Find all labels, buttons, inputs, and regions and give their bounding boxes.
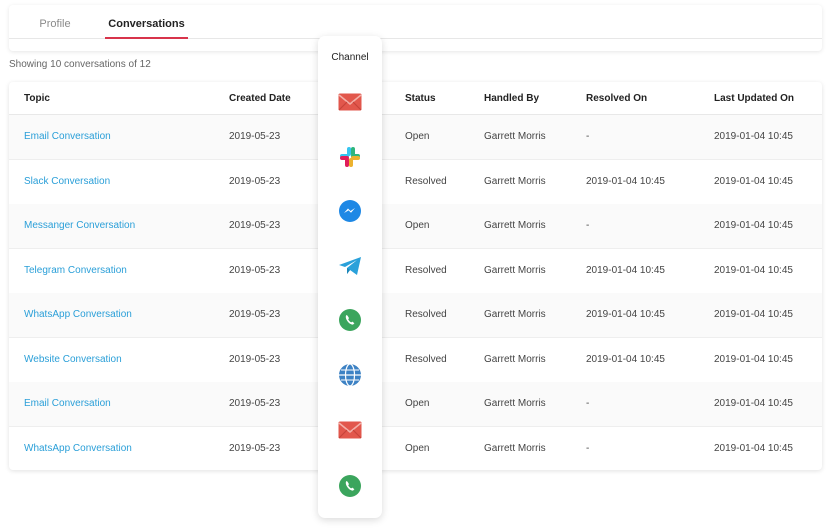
resolved-on-cell: - (586, 131, 590, 142)
whatsapp-icon[interactable] (338, 474, 362, 498)
status-cell: Open (405, 398, 430, 409)
topic-link[interactable]: Messanger Conversation (24, 204, 135, 248)
handled-by-cell: Garrett Morris (484, 398, 546, 409)
topic-link[interactable]: Telegram Conversation (24, 249, 127, 293)
topic-link[interactable]: WhatsApp Conversation (24, 293, 132, 337)
created-date-cell: 2019-05-23 (229, 309, 281, 320)
created-date-cell: 2019-05-23 (229, 353, 281, 365)
header-created-date[interactable]: Created Date (229, 82, 291, 114)
topic-link[interactable]: Email Conversation (24, 382, 111, 426)
created-date-cell: 2019-05-23 (229, 398, 281, 409)
header-status[interactable]: Status (405, 82, 436, 114)
resolved-on-cell: 2019-01-04 10:45 (586, 175, 665, 187)
table-row[interactable]: WhatsApp Conversation 2019-05-23 Resolve… (9, 293, 822, 338)
channel-header: Channel (331, 52, 369, 63)
created-date-cell: 2019-05-23 (229, 131, 281, 142)
header-topic[interactable]: Topic (24, 82, 50, 114)
last-updated-cell: 2019-01-04 10:45 (714, 398, 793, 409)
telegram-icon[interactable] (338, 254, 362, 278)
handled-by-cell: Garrett Morris (484, 264, 546, 276)
last-updated-cell: 2019-01-04 10:45 (714, 309, 793, 320)
showing-count-text: Showing 10 conversations of 12 (9, 59, 151, 70)
email-icon[interactable] (338, 90, 362, 114)
header-resolved-on[interactable]: Resolved On (586, 82, 647, 114)
status-cell: Resolved (405, 309, 447, 320)
created-date-cell: 2019-05-23 (229, 264, 281, 276)
resolved-on-cell: 2019-01-04 10:45 (586, 353, 665, 365)
whatsapp-icon[interactable] (338, 308, 362, 332)
handled-by-cell: Garrett Morris (484, 220, 546, 231)
status-cell: Open (405, 131, 430, 142)
resolved-on-cell: 2019-01-04 10:45 (586, 264, 665, 276)
last-updated-cell: 2019-01-04 10:45 (714, 220, 793, 231)
handled-by-cell: Garrett Morris (484, 175, 546, 187)
table-row[interactable]: Email Conversation 2019-05-23 Open Garre… (9, 115, 822, 160)
table-row[interactable]: Email Conversation 2019-05-23 Open Garre… (9, 382, 822, 427)
table-row[interactable]: Messanger Conversation 2019-05-23 Open G… (9, 204, 822, 249)
topic-link[interactable]: Slack Conversation (24, 160, 110, 204)
conversations-table: Topic Created Date Status Handled By Res… (9, 82, 822, 470)
topic-link[interactable]: WhatsApp Conversation (24, 427, 132, 471)
tabs-card: Profile Conversations (9, 5, 822, 51)
table-body: Email Conversation 2019-05-23 Open Garre… (9, 115, 822, 470)
status-cell: Open (405, 442, 430, 454)
created-date-cell: 2019-05-23 (229, 442, 281, 454)
last-updated-cell: 2019-01-04 10:45 (714, 175, 793, 187)
status-cell: Resolved (405, 264, 447, 276)
resolved-on-cell: - (586, 442, 590, 454)
last-updated-cell: 2019-01-04 10:45 (714, 264, 793, 276)
table-row[interactable]: WhatsApp Conversation 2019-05-23 Open Ga… (9, 427, 822, 471)
last-updated-cell: 2019-01-04 10:45 (714, 131, 793, 142)
last-updated-cell: 2019-01-04 10:45 (714, 442, 793, 454)
conversations-page: Profile Conversations Showing 10 convers… (0, 0, 830, 529)
status-cell: Resolved (405, 175, 447, 187)
topic-link[interactable]: Website Conversation (24, 338, 122, 382)
resolved-on-cell: 2019-01-04 10:45 (586, 309, 665, 320)
status-cell: Resolved (405, 353, 447, 365)
last-updated-cell: 2019-01-04 10:45 (714, 353, 793, 365)
topic-link[interactable]: Email Conversation (24, 115, 111, 159)
website-globe-icon[interactable] (338, 363, 362, 387)
created-date-cell: 2019-05-23 (229, 175, 281, 187)
channel-column: Channel (318, 36, 382, 518)
resolved-on-cell: - (586, 220, 590, 231)
email-icon[interactable] (338, 418, 362, 442)
created-date-cell: 2019-05-23 (229, 220, 281, 231)
tab-bar: Profile Conversations (9, 5, 822, 39)
table-row[interactable]: Slack Conversation 2019-05-23 Resolved G… (9, 160, 822, 205)
resolved-on-cell: - (586, 398, 590, 409)
tab-profile[interactable]: Profile (23, 5, 87, 38)
tab-conversations[interactable]: Conversations (105, 5, 188, 39)
status-cell: Open (405, 220, 430, 231)
table-row[interactable]: Website Conversation 2019-05-23 Resolved… (9, 338, 822, 383)
table-row[interactable]: Telegram Conversation 2019-05-23 Resolve… (9, 249, 822, 294)
header-last-updated-on[interactable]: Last Updated On (714, 82, 794, 114)
handled-by-cell: Garrett Morris (484, 309, 546, 320)
handled-by-cell: Garrett Morris (484, 353, 546, 365)
slack-icon[interactable] (338, 145, 362, 169)
header-handled-by[interactable]: Handled By (484, 82, 539, 114)
handled-by-cell: Garrett Morris (484, 442, 546, 454)
table-header: Topic Created Date Status Handled By Res… (9, 82, 822, 115)
messenger-icon[interactable] (338, 199, 362, 223)
handled-by-cell: Garrett Morris (484, 131, 546, 142)
